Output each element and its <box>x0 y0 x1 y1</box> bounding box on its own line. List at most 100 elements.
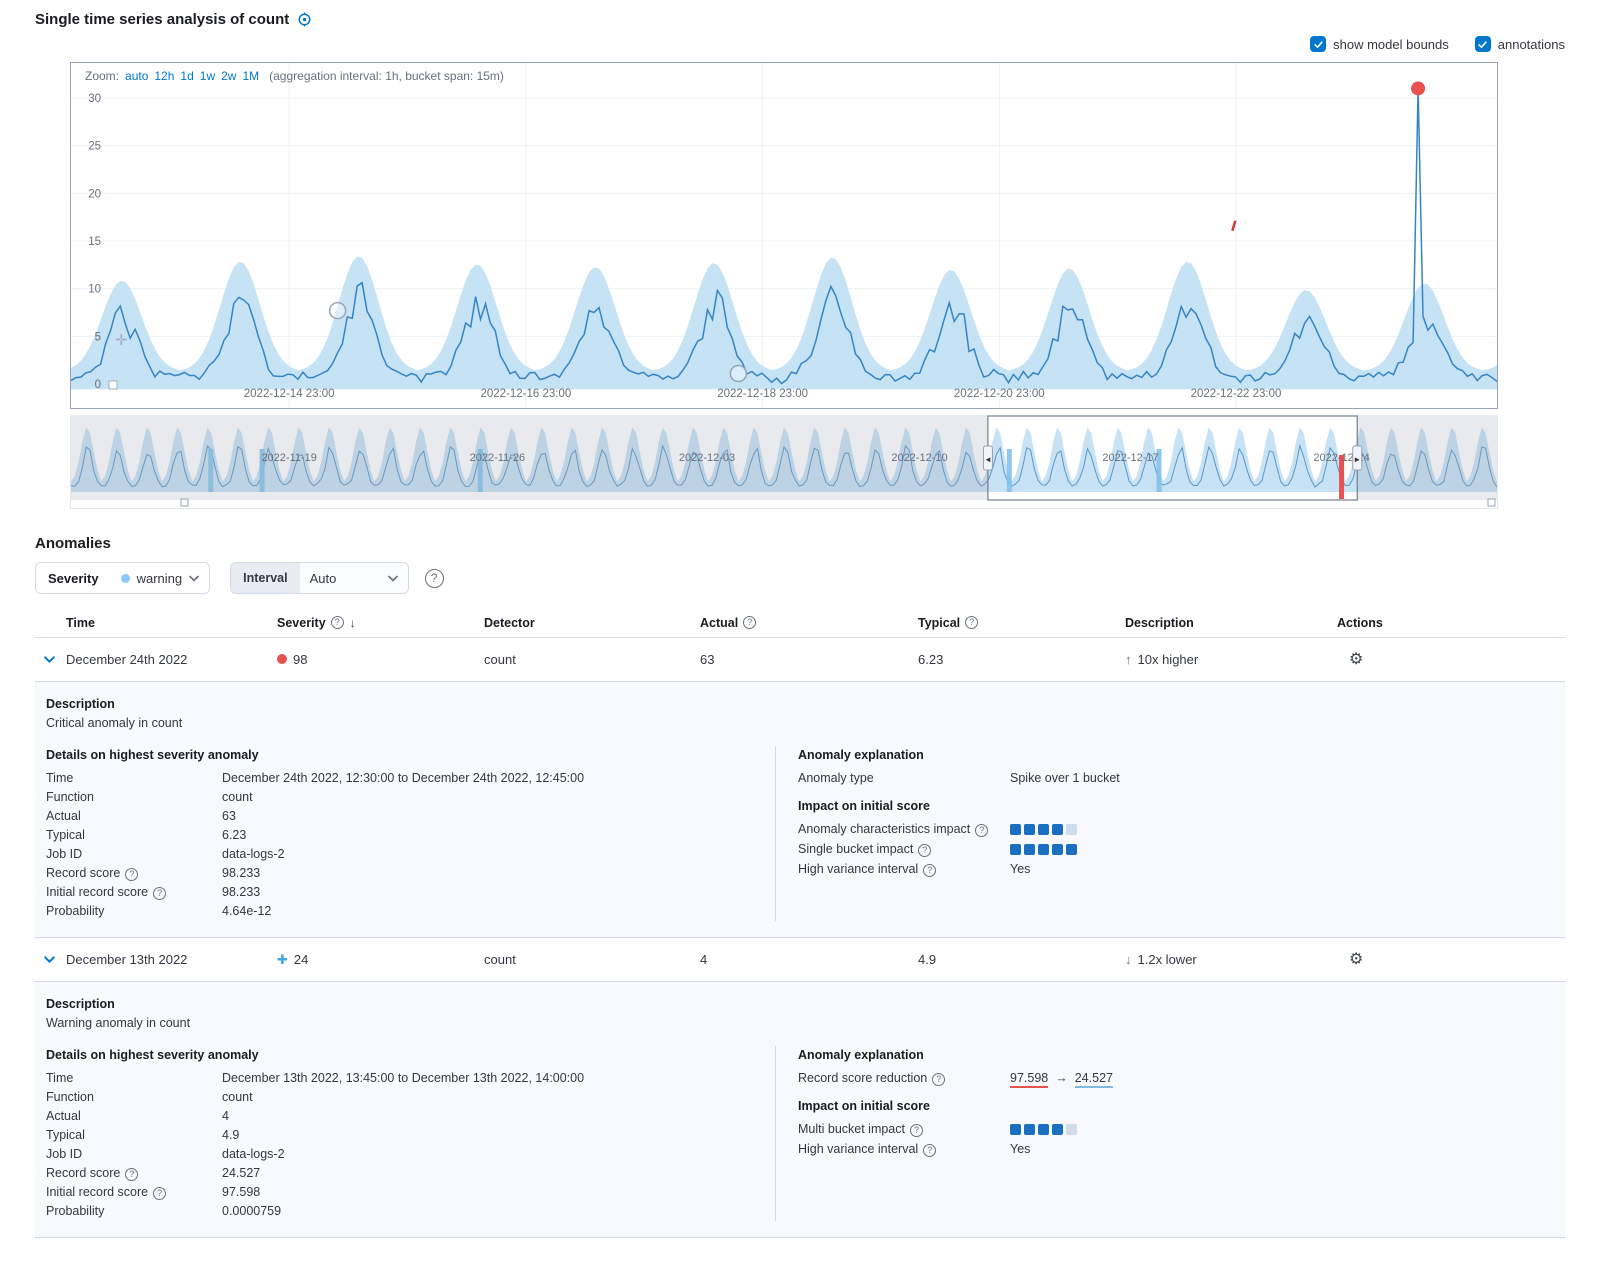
detail-field-row: Job IDdata-logs-2 <box>46 845 775 864</box>
checkbox-checked-icon <box>1475 36 1491 52</box>
context-overview-chart[interactable]: 2022-11-192022-11-262022-12-032022-12-10… <box>70 415 1498 509</box>
interval-select[interactable]: Auto <box>300 563 408 593</box>
detail-field-row: TimeDecember 24th 2022, 12:30:00 to Dece… <box>46 769 775 788</box>
col-header-actual[interactable]: Actual? <box>700 616 918 630</box>
detail-field-value: 4.64e-12 <box>222 902 271 921</box>
anomaly-actual: 4 <box>700 952 918 967</box>
minor-anomaly-mark <box>1232 221 1235 231</box>
info-icon[interactable]: ? <box>743 616 756 629</box>
scroll-handle-right[interactable] <box>1488 499 1495 506</box>
zoom-option-1M[interactable]: 1M <box>242 69 259 83</box>
explanation-row: Single bucket impact? <box>798 839 1545 859</box>
severity-filter-value[interactable]: warning <box>111 563 210 593</box>
col-header-detector[interactable]: Detector <box>484 616 700 630</box>
explanation-value: Yes <box>1010 1139 1030 1159</box>
interval-help-icon[interactable]: ? <box>425 569 444 588</box>
x-axis-label: 2022-12-18 23:00 <box>717 388 808 400</box>
detail-field-value: 6.23 <box>222 826 246 845</box>
help-icon[interactable]: ? <box>125 868 138 881</box>
help-icon[interactable]: ? <box>153 1187 166 1200</box>
detail-field-row: TimeDecember 13th 2022, 13:45:00 to Dece… <box>46 1069 775 1088</box>
detail-field-value: data-logs-2 <box>222 845 285 864</box>
detail-field-value: 0.0000759 <box>222 1202 281 1221</box>
main-time-series-chart[interactable]: Zoom: auto12h1d1w2w1M (aggregation inter… <box>70 62 1498 409</box>
detail-field-value: data-logs-2 <box>222 1145 285 1164</box>
detail-field-value: count <box>222 788 253 807</box>
impact-score-squares <box>1010 844 1077 855</box>
y-axis-label: 0 <box>95 379 101 391</box>
interval-label: Interval <box>231 563 299 593</box>
col-header-severity[interactable]: Severity?↓ <box>277 616 484 630</box>
severity-filter-label[interactable]: Severity <box>36 563 111 593</box>
col-header-time[interactable]: Time <box>66 616 277 630</box>
single-metric-viewer: Single time series analysis of count sho… <box>0 0 1600 1238</box>
impact-rows: Multi bucket impact?High variance interv… <box>798 1119 1545 1159</box>
warning-severity-dot <box>121 574 130 583</box>
detail-field-row: Actual63 <box>46 807 775 826</box>
scroll-handle-left[interactable] <box>181 499 188 506</box>
arrow-down-icon: ↓ <box>1125 952 1132 967</box>
help-icon[interactable]: ? <box>923 864 936 877</box>
collapse-row-button[interactable] <box>35 653 56 666</box>
explanation-row: Anomaly typeSpike over 1 bucket <box>798 768 1545 788</box>
col-header-description[interactable]: Description <box>1125 616 1337 630</box>
anomaly-description: ↑10x higher <box>1125 652 1337 667</box>
page-title: Single time series analysis of count <box>35 11 289 28</box>
zoom-option-1d[interactable]: 1d <box>180 69 193 83</box>
help-icon[interactable]: ? <box>975 824 988 837</box>
anomaly-row[interactable]: December 24th 2022 98 count 63 6.23 ↑10x… <box>35 638 1565 682</box>
y-axis-label: 20 <box>88 188 101 200</box>
context-x-axis-label: 2022-12-17 <box>1102 452 1158 464</box>
explanation-row: High variance interval?Yes <box>798 859 1545 879</box>
main-chart-canvas[interactable]: ✛0510152025302022-12-14 23:002022-12-16 … <box>71 63 1497 408</box>
help-icon[interactable]: ? <box>918 844 931 857</box>
explanation-value: Spike over 1 bucket <box>1010 768 1120 788</box>
anomalies-heading: Anomalies <box>35 535 1565 552</box>
svg-text:►: ► <box>1353 455 1361 464</box>
page-header: Single time series analysis of count <box>35 8 1565 30</box>
row-actions-gear-icon[interactable]: ⚙ <box>1349 952 1363 968</box>
help-icon[interactable]: ? <box>910 1124 923 1137</box>
anomaly-detail-fields: TimeDecember 24th 2022, 12:30:00 to Dece… <box>46 769 775 921</box>
context-chart-canvas[interactable]: 2022-11-192022-11-262022-12-032022-12-10… <box>71 415 1497 507</box>
help-icon[interactable]: ? <box>125 1168 138 1181</box>
anomalies-table-header: Time Severity?↓ Detector Actual? Typical… <box>35 608 1565 638</box>
explanation-row: High variance interval?Yes <box>798 1139 1545 1159</box>
anomaly-time: December 24th 2022 <box>66 652 277 667</box>
zoom-option-1w[interactable]: 1w <box>200 69 215 83</box>
detail-field-value: December 13th 2022, 13:45:00 to December… <box>222 1069 584 1088</box>
context-x-axis-label: 2022-11-26 <box>470 452 525 464</box>
info-icon[interactable]: ? <box>331 616 344 629</box>
zoom-bar: Zoom: auto12h1d1w2w1M (aggregation inter… <box>85 69 504 83</box>
collapse-row-button[interactable] <box>35 953 56 966</box>
details-description-text: Warning anomaly in count <box>46 1014 1545 1033</box>
context-x-axis-label: 2022-12-10 <box>891 452 947 464</box>
anomaly-detector: count <box>484 652 700 667</box>
detail-field-row: Probability4.64e-12 <box>46 902 775 921</box>
anomaly-target-icon <box>297 12 312 27</box>
detail-field-row: Typical6.23 <box>46 826 775 845</box>
anomaly-actual: 63 <box>700 652 918 667</box>
context-x-axis-label: 2022-11-19 <box>261 452 316 464</box>
show-model-bounds-checkbox[interactable]: show model bounds <box>1310 36 1449 52</box>
anomaly-typical: 4.9 <box>918 952 1125 967</box>
info-icon[interactable]: ? <box>965 616 978 629</box>
anomalies-filters: Severity warning Interval Auto <box>35 562 1565 594</box>
anomaly-row[interactable]: December 13th 2022 ✚24 count 4 4.9 ↓1.2x… <box>35 938 1565 982</box>
row-actions-gear-icon[interactable]: ⚙ <box>1349 652 1363 668</box>
col-header-typical[interactable]: Typical? <box>918 616 1125 630</box>
zoom-option-2w[interactable]: 2w <box>221 69 236 83</box>
x-axis-label: 2022-12-14 23:00 <box>244 388 335 400</box>
zoom-option-12h[interactable]: 12h <box>154 69 174 83</box>
help-icon[interactable]: ? <box>153 887 166 900</box>
zoom-option-auto[interactable]: auto <box>125 69 148 83</box>
arrow-up-icon: ↑ <box>1125 652 1132 667</box>
anomaly-explanation-title: Anomaly explanation <box>798 746 1545 765</box>
anomaly-explanation-rows: Anomaly typeSpike over 1 bucket <box>798 768 1545 788</box>
annotations-checkbox[interactable]: annotations <box>1475 36 1565 52</box>
checkbox-checked-icon <box>1310 36 1326 52</box>
help-icon[interactable]: ? <box>932 1073 945 1086</box>
zoom-options: auto 12h 1d 1w 2w 1M <box>125 69 265 83</box>
help-icon[interactable]: ? <box>923 1144 936 1157</box>
anomaly-time: December 13th 2022 <box>66 952 277 967</box>
